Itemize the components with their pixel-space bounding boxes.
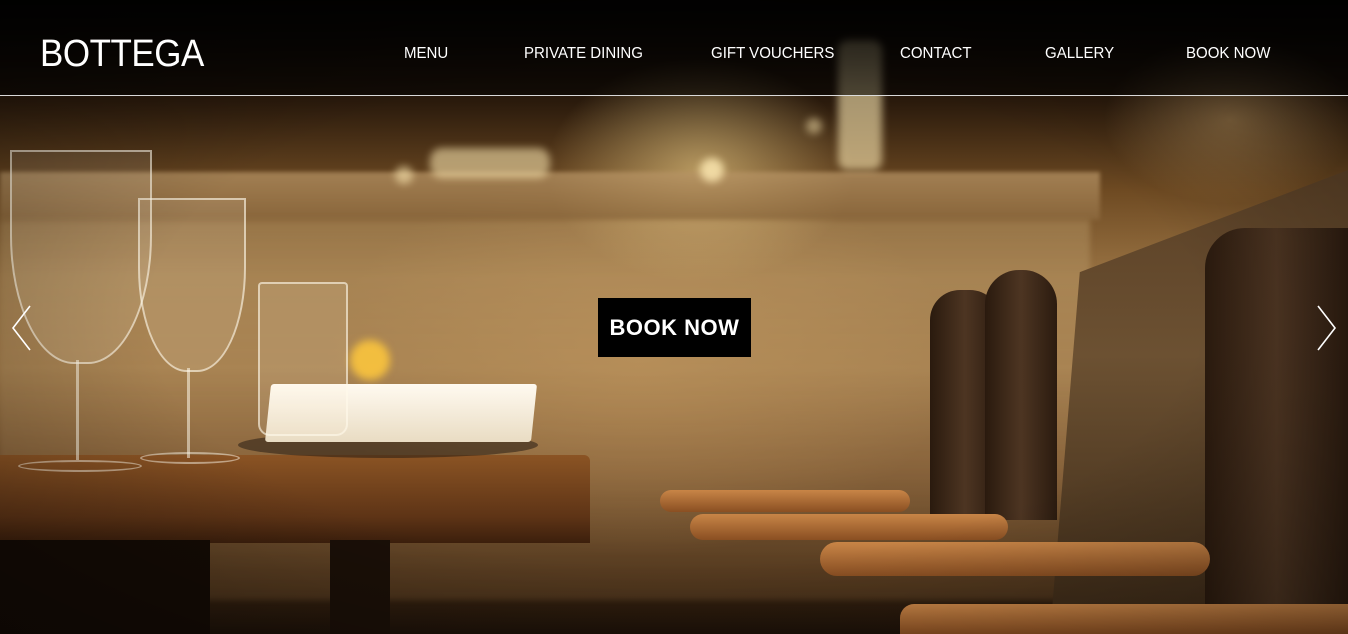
book-now-button[interactable]: BOOK NOW — [598, 298, 751, 357]
site-header: BOTTEGA MENU PRIVATE DINING GIFT VOUCHER… — [0, 0, 1348, 96]
chair-arm-image — [820, 542, 1210, 576]
nav-item-gallery[interactable]: GALLERY — [1045, 43, 1114, 65]
bokeh-light — [350, 340, 390, 380]
nav-item-book-now[interactable]: BOOK NOW — [1186, 43, 1270, 65]
nav-item-contact[interactable]: CONTACT — [900, 43, 972, 65]
nav-item-menu[interactable]: MENU — [404, 43, 448, 65]
chair-image — [1205, 228, 1348, 634]
chevron-right-icon[interactable] — [1314, 304, 1338, 352]
table-shadow-image — [0, 540, 210, 634]
bokeh-light — [806, 118, 822, 134]
bokeh-light — [395, 166, 413, 184]
hero-slider: BOTTEGA MENU PRIVATE DINING GIFT VOUCHER… — [0, 0, 1348, 634]
nav-item-private-dining[interactable]: PRIVATE DINING — [524, 43, 643, 65]
glass-stem-image — [76, 360, 79, 460]
main-nav: MENU PRIVATE DINING GIFT VOUCHERS CONTAC… — [0, 43, 1348, 65]
bokeh-light — [430, 148, 550, 178]
nav-item-gift-vouchers[interactable]: GIFT VOUCHERS — [711, 43, 834, 65]
chair-image — [985, 270, 1057, 520]
glass-stem-image — [187, 368, 190, 458]
bokeh-light — [700, 158, 724, 182]
chair-arm-image — [900, 604, 1348, 634]
chair-arm-image — [660, 490, 910, 512]
glass-base-image — [140, 452, 240, 464]
glass-base-image — [18, 460, 142, 472]
table-leg-image — [330, 540, 390, 634]
chair-arm-image — [690, 514, 1008, 540]
water-glass-image — [258, 282, 348, 436]
chevron-left-icon[interactable] — [10, 304, 34, 352]
